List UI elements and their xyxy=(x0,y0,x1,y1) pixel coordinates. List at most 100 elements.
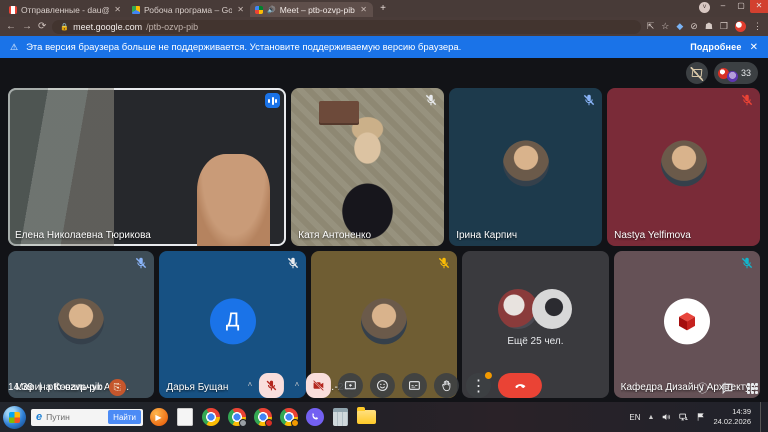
red-cube-icon xyxy=(675,309,699,333)
close-button[interactable]: ✕ xyxy=(750,0,768,13)
end-call-button[interactable] xyxy=(498,373,542,398)
side-panel-icon[interactable]: ❒ xyxy=(720,22,728,31)
tab-audio-icon[interactable]: 🔊 xyxy=(267,6,276,14)
tab-title: Meet – ptb-ozvp-pib xyxy=(280,5,356,15)
bookmark-star-icon[interactable]: ☆ xyxy=(661,22,669,31)
taskbar-explorer[interactable] xyxy=(356,407,377,428)
mic-options-chevron-icon[interactable]: ˄ xyxy=(244,373,256,398)
share-icon[interactable]: ⇱ xyxy=(647,22,655,31)
present-screen-button[interactable] xyxy=(338,373,363,398)
show-desktop-button[interactable] xyxy=(760,402,764,432)
orange-badge-icon[interactable]: ⎘ xyxy=(109,379,126,396)
blocked-content-icon[interactable]: ⊘ xyxy=(690,22,698,31)
search-text: Путин xyxy=(46,412,104,422)
url-domain: meet.google.com xyxy=(73,22,142,32)
extensions-puzzle-icon[interactable]: ☗ xyxy=(705,22,713,31)
taskbar-calculator[interactable] xyxy=(330,407,351,428)
language-indicator[interactable]: EN xyxy=(629,413,640,422)
volume-icon[interactable] xyxy=(661,412,671,422)
end-call-icon xyxy=(512,378,527,393)
banner-more-link[interactable]: Подробнее xyxy=(690,42,741,52)
window-controls: – ▢ ✕ xyxy=(714,0,768,13)
taskbar-media-player[interactable]: ▶ xyxy=(148,407,169,428)
system-tray: EN ▲ 14:39 24.02.2026 xyxy=(629,402,764,432)
taskbar-document-app[interactable] xyxy=(174,407,195,428)
forward-icon[interactable]: → xyxy=(22,22,32,32)
browser-tab[interactable]: 🔊 Meet – ptb-ozvp-pib✕ xyxy=(250,2,373,17)
taskbar-clock[interactable]: 14:39 24.02.2026 xyxy=(713,407,751,427)
tab-close-icon[interactable]: ✕ xyxy=(113,5,122,14)
meet-main: 33 Елена Николаевна Тюрикова Катя Антонен… xyxy=(0,58,768,402)
windows-taskbar: e Путин Найти ▶ EN ▲ xyxy=(0,402,768,432)
search-button[interactable]: Найти xyxy=(108,410,141,424)
more-options-button[interactable]: ⋮ xyxy=(466,373,491,398)
right-controls: ⓘ xyxy=(697,380,758,396)
meeting-info: 14:39 | ptb-ozvp-pib ⎘ xyxy=(8,379,126,396)
drive-favicon xyxy=(132,6,140,14)
profile-avatar[interactable] xyxy=(735,21,746,32)
participant-tile[interactable]: Ірина Карпич xyxy=(449,88,602,246)
participant-photo-avatar xyxy=(532,289,572,329)
flag-icon[interactable] xyxy=(696,412,706,422)
taskbar-chrome-3[interactable] xyxy=(252,407,273,428)
participant-tile[interactable]: Nastya Yelfimova xyxy=(607,88,760,246)
participant-logo-avatar xyxy=(664,298,710,344)
participants-button[interactable]: 33 xyxy=(714,62,758,84)
lock-icon[interactable]: 🔒 xyxy=(60,23,69,31)
taskbar-viber[interactable] xyxy=(304,407,325,428)
banner-close-icon[interactable]: ✕ xyxy=(750,42,758,53)
taskbar-search[interactable]: e Путин Найти xyxy=(31,409,143,426)
participant-tile[interactable]: Елена Николаевна Тюрикова xyxy=(8,88,286,246)
tab-title: Отправленные - dau@odaba.ed xyxy=(21,5,109,15)
taskbar-chrome-2[interactable] xyxy=(226,407,247,428)
maximize-button[interactable]: ▢ xyxy=(732,0,750,13)
url-input[interactable]: 🔒 meet.google.com/ptb-ozvp-pib xyxy=(52,20,640,34)
browser-tab[interactable]: Отправленные - dau@odaba.ed ✕ xyxy=(4,2,127,17)
activities-grid-icon[interactable] xyxy=(747,383,758,394)
meeting-details-icon[interactable]: ⓘ xyxy=(697,380,708,396)
meet-favicon xyxy=(255,6,263,14)
tab-strip: Отправленные - dau@odaba.ed✕Робоча прогр… xyxy=(0,0,373,17)
present-screen-icon xyxy=(344,379,357,392)
participant-tile[interactable]: Катя Антоненко xyxy=(291,88,444,246)
browser-tab[interactable]: Робоча програма – Google Ди✕ xyxy=(127,2,250,17)
more-participants-group: Ещё 25 чел. xyxy=(462,289,608,347)
participant-photo-avatar xyxy=(503,140,549,186)
minimize-button[interactable]: – xyxy=(714,0,732,13)
extension-pin-icon[interactable]: ◆ xyxy=(676,22,683,31)
network-icon[interactable] xyxy=(678,412,689,422)
present-button[interactable] xyxy=(686,62,708,84)
participant-name: Nastya Yelfimova xyxy=(614,230,691,241)
captions-button[interactable] xyxy=(402,373,427,398)
chat-icon[interactable] xyxy=(721,382,734,395)
start-button[interactable] xyxy=(3,406,26,429)
reload-icon[interactable]: ⟳ xyxy=(38,22,46,32)
mic-off-icon xyxy=(265,379,278,392)
taskbar-chrome-4[interactable] xyxy=(278,407,299,428)
reactions-button[interactable] xyxy=(370,373,395,398)
gmail-favicon xyxy=(9,6,17,14)
taskbar-chrome-1[interactable] xyxy=(200,407,221,428)
tab-search-button[interactable]: ˅ xyxy=(699,2,710,13)
new-tab-button[interactable]: + xyxy=(377,3,389,15)
play-icon: ▶ xyxy=(150,408,168,426)
raise-hand-button[interactable] xyxy=(434,373,459,398)
tab-close-icon[interactable]: ✕ xyxy=(236,5,245,14)
speaking-indicator-icon xyxy=(265,93,280,108)
tab-close-icon[interactable]: ✕ xyxy=(359,5,368,14)
tray-expand-icon[interactable]: ▲ xyxy=(648,414,655,421)
mic-toggle-button[interactable] xyxy=(259,373,284,398)
menu-kebab-icon[interactable]: ⋮ xyxy=(753,22,762,31)
camera-toggle-button[interactable] xyxy=(306,373,331,398)
tray-time: 14:39 xyxy=(713,407,751,417)
mic-off-icon xyxy=(286,256,300,270)
tray-date: 24.02.2026 xyxy=(713,417,751,427)
cam-options-chevron-icon[interactable]: ˄ xyxy=(291,373,303,398)
warning-icon: ⚠ xyxy=(10,42,18,53)
back-icon[interactable]: ← xyxy=(6,22,16,32)
mic-off-icon xyxy=(582,93,596,107)
video-row-1: Елена Николаевна Тюрикова Катя АнтоненкоІ… xyxy=(8,88,760,246)
address-bar-icons: ⇱ ☆ ◆ ⊘ ☗ ❒ ⋮ xyxy=(647,21,762,32)
participant-name: Елена Николаевна Тюрикова xyxy=(15,230,151,241)
viber-phone-icon xyxy=(306,408,324,426)
